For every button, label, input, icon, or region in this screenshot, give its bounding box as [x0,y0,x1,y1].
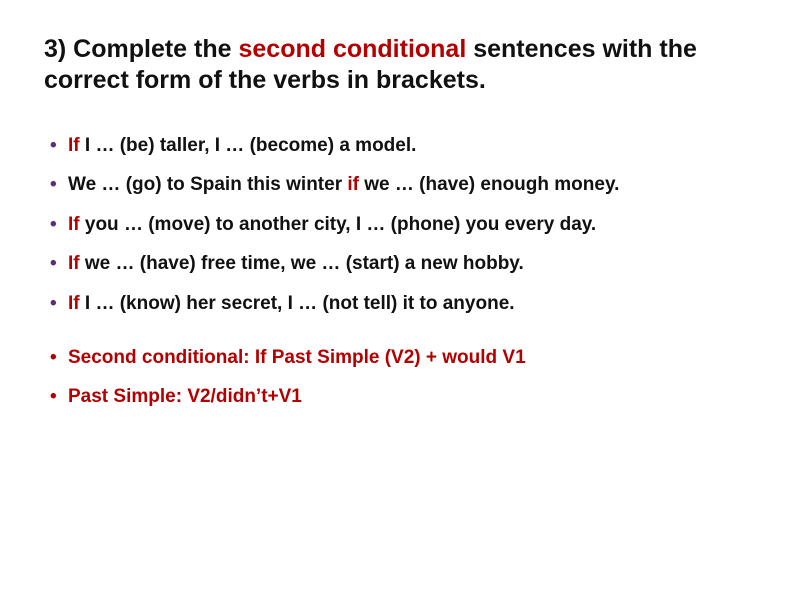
slide: 3) Complete the second conditional sente… [0,0,800,600]
spacer [44,331,756,345]
rule-label: Second conditional: [68,347,255,368]
sentence-text: I … (be) taller, I … (become) a model. [80,135,417,156]
title-part1: 3) Complete the [44,35,238,63]
list-item: We … (go) to Spain this winter if we … (… [50,172,756,198]
list-item: Second conditional: If Past Simple (V2) … [50,345,756,371]
sentence-text: we … (have) free time, we … (start) a ne… [80,253,524,274]
if-keyword: If [255,347,267,368]
if-keyword: If [68,253,80,274]
title-keyword: second conditional [238,35,466,63]
sentence-text: I … (know) her secret, I … (not tell) it… [80,293,515,314]
rule-text: Past Simple: V2/didn’t+V1 [68,386,302,407]
rule-text: Past Simple (V2) + would V1 [266,347,525,368]
list-item: If I … (be) taller, I … (become) a model… [50,133,756,159]
if-keyword: If [68,135,80,156]
exercise-list: If I … (be) taller, I … (become) a model… [44,133,756,317]
sentence-text: We … (go) to Spain this winter [68,174,347,195]
list-item: Past Simple: V2/didn’t+V1 [50,384,756,410]
list-item: If you … (move) to another city, I … (ph… [50,212,756,238]
if-keyword: if [347,174,359,195]
if-keyword: If [68,293,80,314]
page-title: 3) Complete the second conditional sente… [44,34,756,97]
rules-list: Second conditional: If Past Simple (V2) … [44,345,756,410]
sentence-text: you … (move) to another city, I … (phone… [80,214,597,235]
list-item: If we … (have) free time, we … (start) a… [50,251,756,277]
sentence-text: we … (have) enough money. [359,174,619,195]
list-item: If I … (know) her secret, I … (not tell)… [50,291,756,317]
if-keyword: If [68,214,80,235]
